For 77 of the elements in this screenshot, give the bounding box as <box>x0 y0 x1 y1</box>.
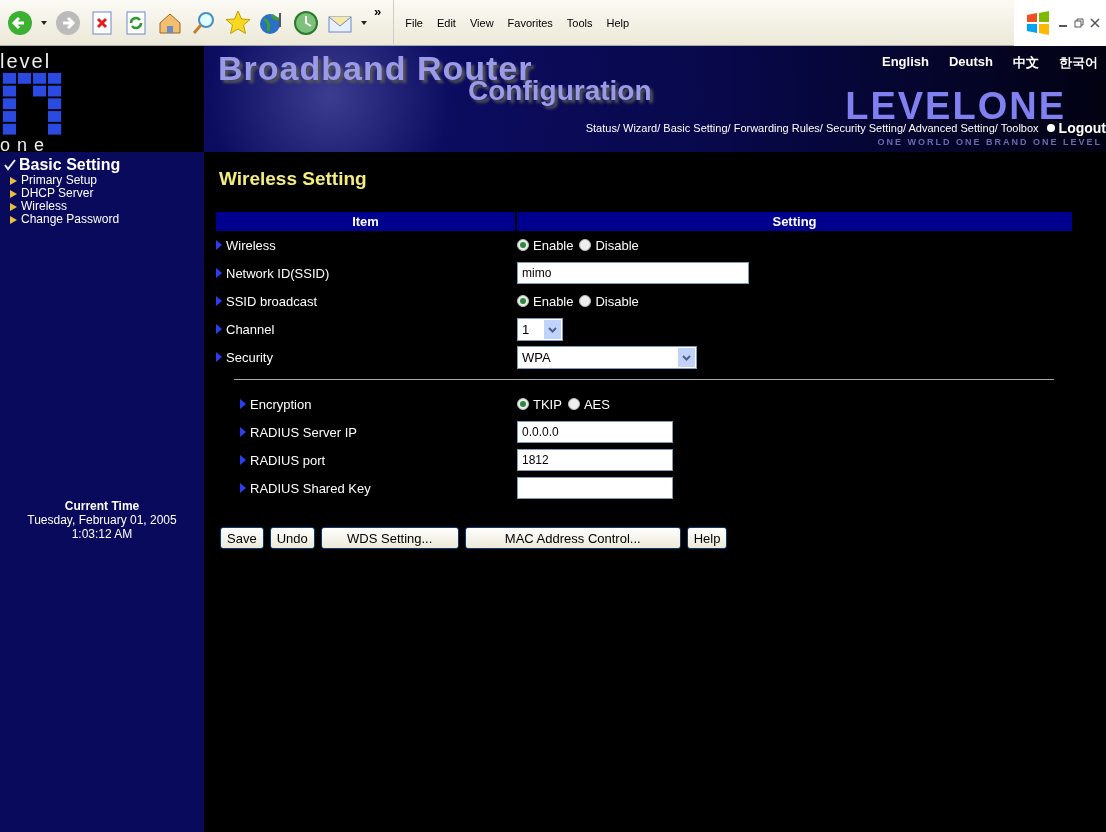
radio-button[interactable] <box>517 239 529 251</box>
language-link[interactable]: Deutsh <box>948 54 993 72</box>
option-label: Enable <box>533 237 574 253</box>
action-button[interactable]: Save <box>220 527 264 549</box>
field-label: Encryption <box>250 396 312 412</box>
caret-icon[interactable] <box>40 19 48 26</box>
field-label: RADIUS Shared Key <box>250 480 371 496</box>
logo-blocks-icon <box>0 72 64 136</box>
language-link[interactable]: 한국어 <box>1059 54 1098 72</box>
logo-text: level <box>0 52 53 70</box>
star-icon[interactable] <box>224 8 252 37</box>
input-field[interactable]: 1812 <box>517 449 673 471</box>
nav-links[interactable]: Status/ Wizard/ Basic Setting/ Forwarding Rules/ Security Setting/ Advanced Setting/ Toolbox <box>585 122 1039 134</box>
radio-button[interactable] <box>579 239 592 251</box>
option-label: TKIP <box>533 396 562 412</box>
chevron-button[interactable]: » <box>374 4 382 19</box>
triangle-icon <box>240 399 246 409</box>
tagline: ONE WORLD ONE BRAND ONE LEVEL <box>877 137 1102 147</box>
dropdown[interactable]: 1 <box>517 317 563 341</box>
field-label: RADIUS port <box>250 452 326 468</box>
time-label: Current Time <box>63 499 141 513</box>
input-field[interactable] <box>517 477 673 499</box>
option-label: Enable <box>533 293 574 309</box>
section-title: Basic Setting <box>19 156 121 174</box>
triangle-icon <box>216 268 222 278</box>
option-label: Disable <box>595 237 639 253</box>
caret-icon[interactable] <box>360 19 368 26</box>
field-label: RADIUS Server IP <box>250 424 357 440</box>
menu-item[interactable]: Edit <box>429 14 463 31</box>
triangle-icon <box>216 352 222 362</box>
option-label: Disable <box>595 293 639 309</box>
menu-item[interactable]: View <box>462 14 501 31</box>
history-icon[interactable] <box>292 8 320 37</box>
time-text: 1:03:12 AM <box>70 527 134 541</box>
field-label: Channel <box>226 321 275 337</box>
sidebar-link[interactable]: Primary Setup <box>21 174 98 187</box>
triangle-icon <box>216 324 222 334</box>
triangle-icon <box>240 455 246 465</box>
column-header: Setting <box>517 212 1072 231</box>
option-label: AES <box>583 396 610 412</box>
sidebar-link[interactable]: Change Password <box>21 213 120 226</box>
radio-button[interactable] <box>517 398 529 410</box>
menu-item[interactable]: Help <box>599 14 637 31</box>
action-button[interactable]: Undo <box>269 527 315 549</box>
field-label: Security <box>226 349 273 365</box>
triangle-icon <box>216 240 222 250</box>
sidebar-link[interactable]: Wireless <box>21 200 67 213</box>
radio-button[interactable] <box>567 398 580 410</box>
action-button[interactable]: WDS Setting... <box>320 527 459 549</box>
menu-item[interactable]: File <box>398 14 430 31</box>
sidebar-link[interactable]: DHCP Server <box>21 187 94 200</box>
field-label: SSID broadcast <box>226 293 318 309</box>
action-button[interactable]: Help <box>686 527 728 549</box>
dropdown[interactable]: WPA <box>517 345 697 369</box>
windows-flag-icon <box>1024 8 1052 37</box>
triangle-icon <box>240 427 246 437</box>
logo-text: one <box>0 138 53 152</box>
radio-button[interactable] <box>517 295 529 307</box>
language-link[interactable]: English <box>882 54 929 72</box>
field-label: Network ID(SSID) <box>226 265 330 281</box>
restore-icon[interactable] <box>1074 17 1084 28</box>
radio-button[interactable] <box>579 295 592 307</box>
triangle-icon <box>240 483 246 493</box>
input-field[interactable]: 0.0.0.0 <box>517 421 673 443</box>
menu-item[interactable]: Favorites <box>500 14 560 31</box>
triangle-icon <box>216 296 222 306</box>
date-text: Tuesday, February 01, 2005 <box>26 513 178 527</box>
close-icon[interactable] <box>1090 17 1100 28</box>
checkmark-icon <box>4 159 16 171</box>
language-link[interactable]: 中文 <box>1013 54 1039 72</box>
column-header: Item <box>216 212 515 231</box>
page-title: Wireless Setting <box>219 168 368 190</box>
menu-item[interactable]: Tools <box>559 14 600 31</box>
input-field[interactable]: mimo <box>517 262 749 284</box>
field-label: Wireless <box>226 237 276 253</box>
action-button[interactable]: MAC Address Control... <box>464 527 681 549</box>
bullet-icon <box>1046 124 1055 132</box>
